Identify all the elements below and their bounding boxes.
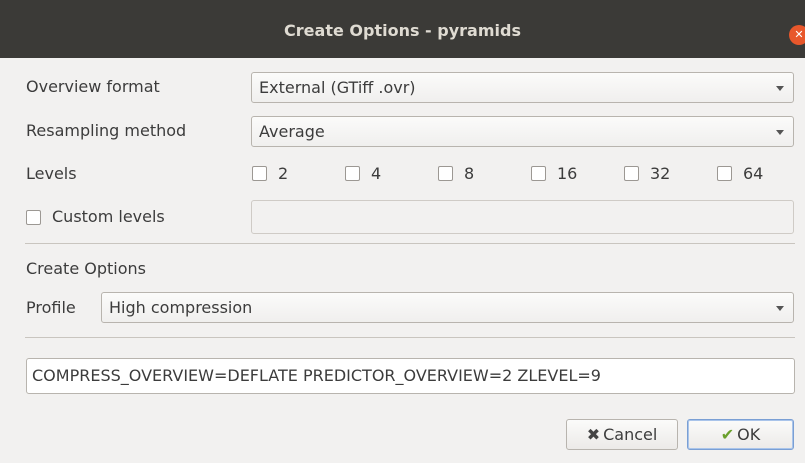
window-title: Create Options - pyramids xyxy=(284,21,521,40)
title-bar: Create Options - pyramids ✕ xyxy=(0,0,805,58)
cancel-button[interactable]: ✖ Cancel xyxy=(566,419,678,450)
checkmark-icon: ✔ xyxy=(720,425,735,444)
profile-value: High compression xyxy=(109,298,253,317)
levels-label: Levels xyxy=(26,164,77,183)
level-label-32: 32 xyxy=(650,164,671,183)
level-checkbox-8[interactable] xyxy=(438,166,453,181)
ok-label: OK xyxy=(737,425,761,444)
x-icon: ✖ xyxy=(586,425,601,444)
level-label-2: 2 xyxy=(278,164,289,183)
section-divider xyxy=(25,243,795,244)
profile-label: Profile xyxy=(26,298,76,317)
section-divider xyxy=(25,337,795,338)
profile-select[interactable]: High compression xyxy=(101,292,794,323)
level-label-16: 16 xyxy=(557,164,578,183)
level-checkbox-32[interactable] xyxy=(624,166,639,181)
level-checkbox-4[interactable] xyxy=(345,166,360,181)
create-options-input[interactable]: COMPRESS_OVERVIEW=DEFLATE PREDICTOR_OVER… xyxy=(26,358,795,394)
level-label-4: 4 xyxy=(371,164,382,183)
overview-format-label: Overview format xyxy=(26,77,160,96)
level-checkbox-16[interactable] xyxy=(531,166,546,181)
create-options-heading: Create Options xyxy=(26,259,146,278)
chevron-down-icon xyxy=(776,306,784,311)
create-options-text: COMPRESS_OVERVIEW=DEFLATE PREDICTOR_OVER… xyxy=(32,366,601,385)
resampling-method-value: Average xyxy=(259,122,325,141)
chevron-down-icon xyxy=(776,130,784,135)
ok-button[interactable]: ✔ OK xyxy=(687,419,794,450)
level-checkbox-2[interactable] xyxy=(252,166,267,181)
close-button[interactable]: ✕ xyxy=(789,25,805,45)
level-label-8: 8 xyxy=(464,164,475,183)
overview-format-value: External (GTiff .ovr) xyxy=(259,78,416,97)
custom-levels-checkbox[interactable] xyxy=(26,210,41,225)
resampling-method-select[interactable]: Average xyxy=(251,116,794,147)
chevron-down-icon xyxy=(776,86,784,91)
custom-levels-label: Custom levels xyxy=(52,207,165,226)
create-options-dialog: Create Options - pyramids ✕ Overview for… xyxy=(0,0,805,463)
close-icon: ✕ xyxy=(794,28,804,41)
level-label-64: 64 xyxy=(743,164,764,183)
custom-levels-input[interactable] xyxy=(251,200,794,234)
overview-format-select[interactable]: External (GTiff .ovr) xyxy=(251,72,794,103)
level-checkbox-64[interactable] xyxy=(717,166,732,181)
resampling-method-label: Resampling method xyxy=(26,121,187,140)
cancel-label: Cancel xyxy=(603,425,658,444)
